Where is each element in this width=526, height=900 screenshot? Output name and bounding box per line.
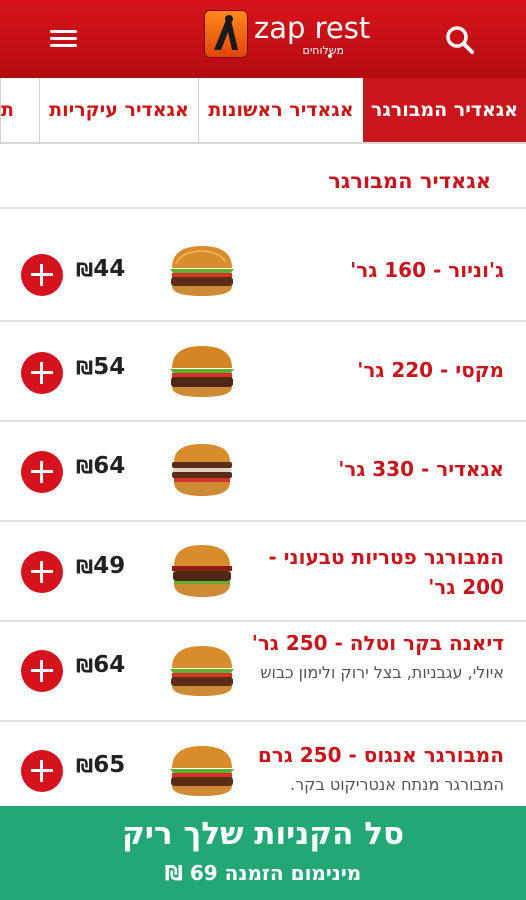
zap-rest-logo[interactable]: zap rest משלוחים (204, 10, 370, 64)
tab-agadir-main-courses[interactable]: אגאדיר עיקריות (39, 78, 198, 142)
currency-symbol: ₪ (76, 357, 94, 379)
currency-symbol: ₪ (76, 755, 94, 777)
cart-status: סל הקניות שלך ריק (121, 816, 405, 852)
add-to-cart-button[interactable] (21, 650, 63, 692)
price-value: 49 (93, 553, 126, 579)
logo-subtext: משלוחים (302, 44, 344, 57)
menu-item[interactable]: ₪49 המבורגר פטריות טבעוני - 200 גר' (0, 524, 526, 622)
tab-agadir-first-courses[interactable]: אגאדיר ראשונות (198, 78, 363, 142)
logo-text: zap rest (254, 11, 371, 45)
menu-item[interactable]: ₪54 מקסי - 220 גר' (0, 324, 526, 422)
menu-item[interactable]: ₪64 אגאדיר - 330 גר' (0, 424, 526, 522)
item-name: דיאנה בקר וטלה - 250 גר' (251, 631, 504, 655)
app-header: zap rest משלוחים (0, 0, 526, 78)
item-price: ₪65 (70, 752, 140, 792)
burger-image (170, 246, 234, 296)
burger-image (170, 646, 234, 696)
logo-badge-icon (204, 10, 248, 58)
section-divider (0, 207, 526, 209)
section-title: אגאדיר המבורגר (328, 169, 491, 193)
item-price: ₪64 (70, 453, 140, 493)
item-name: המבורגר פטריות טבעוני - 200 גר' (268, 545, 504, 599)
item-description: איולי, עגבניות, בצל ירוק ולימון כבוש (260, 663, 504, 682)
item-name: ג'וניור - 160 גר' (350, 258, 504, 282)
item-price: ₪54 (70, 354, 140, 394)
hamburger-menu-icon[interactable] (50, 26, 82, 54)
currency-symbol: ₪ (76, 259, 94, 281)
category-tabs: אגאדיר המבורגר אגאדיר ראשונות אגאדיר עיק… (0, 78, 526, 144)
currency-symbol: ₪ (76, 456, 94, 478)
item-name: מקסי - 220 גר' (357, 358, 504, 382)
currency-symbol: ₪ (76, 655, 94, 677)
tab-partial[interactable]: ת (0, 78, 39, 142)
menu-item[interactable]: ₪64 דיאנה בקר וטלה - 250 גר' איולי, עגבנ… (0, 624, 526, 722)
menu-item[interactable]: ₪44 ג'וניור - 160 גר' (0, 224, 526, 322)
item-price: ₪44 (70, 256, 140, 296)
price-value: 65 (93, 752, 126, 778)
tab-agadir-hamburger[interactable]: אגאדיר המבורגר (363, 78, 526, 142)
burger-image (172, 444, 232, 496)
price-value: 64 (93, 453, 126, 479)
currency-symbol: ₪ (76, 556, 94, 578)
burger-image (170, 346, 234, 397)
price-value: 54 (93, 354, 126, 380)
price-value: 44 (93, 256, 126, 282)
item-price: ₪49 (70, 553, 140, 593)
add-to-cart-button[interactable] (21, 254, 63, 296)
logo-dot (328, 54, 332, 58)
cart-bar[interactable]: סל הקניות שלך ריק מינימום הזמנה 69 ₪ (0, 806, 526, 900)
add-to-cart-button[interactable] (21, 750, 63, 792)
add-to-cart-button[interactable] (21, 551, 63, 593)
search-icon[interactable] (440, 20, 480, 60)
add-to-cart-button[interactable] (21, 352, 63, 394)
item-name: המבורגר אנגוס - 250 גרם (257, 743, 504, 767)
price-value: 64 (93, 652, 126, 678)
minimum-order: מינימום הזמנה 69 ₪ (164, 861, 362, 885)
burger-image (172, 545, 232, 597)
add-to-cart-button[interactable] (21, 451, 63, 493)
item-name: אגאדיר - 330 גר' (338, 457, 504, 481)
item-price: ₪64 (70, 652, 140, 692)
burger-image (170, 746, 234, 796)
item-description: המבורגר מנתח אנטריקוט בקר. (290, 775, 504, 794)
